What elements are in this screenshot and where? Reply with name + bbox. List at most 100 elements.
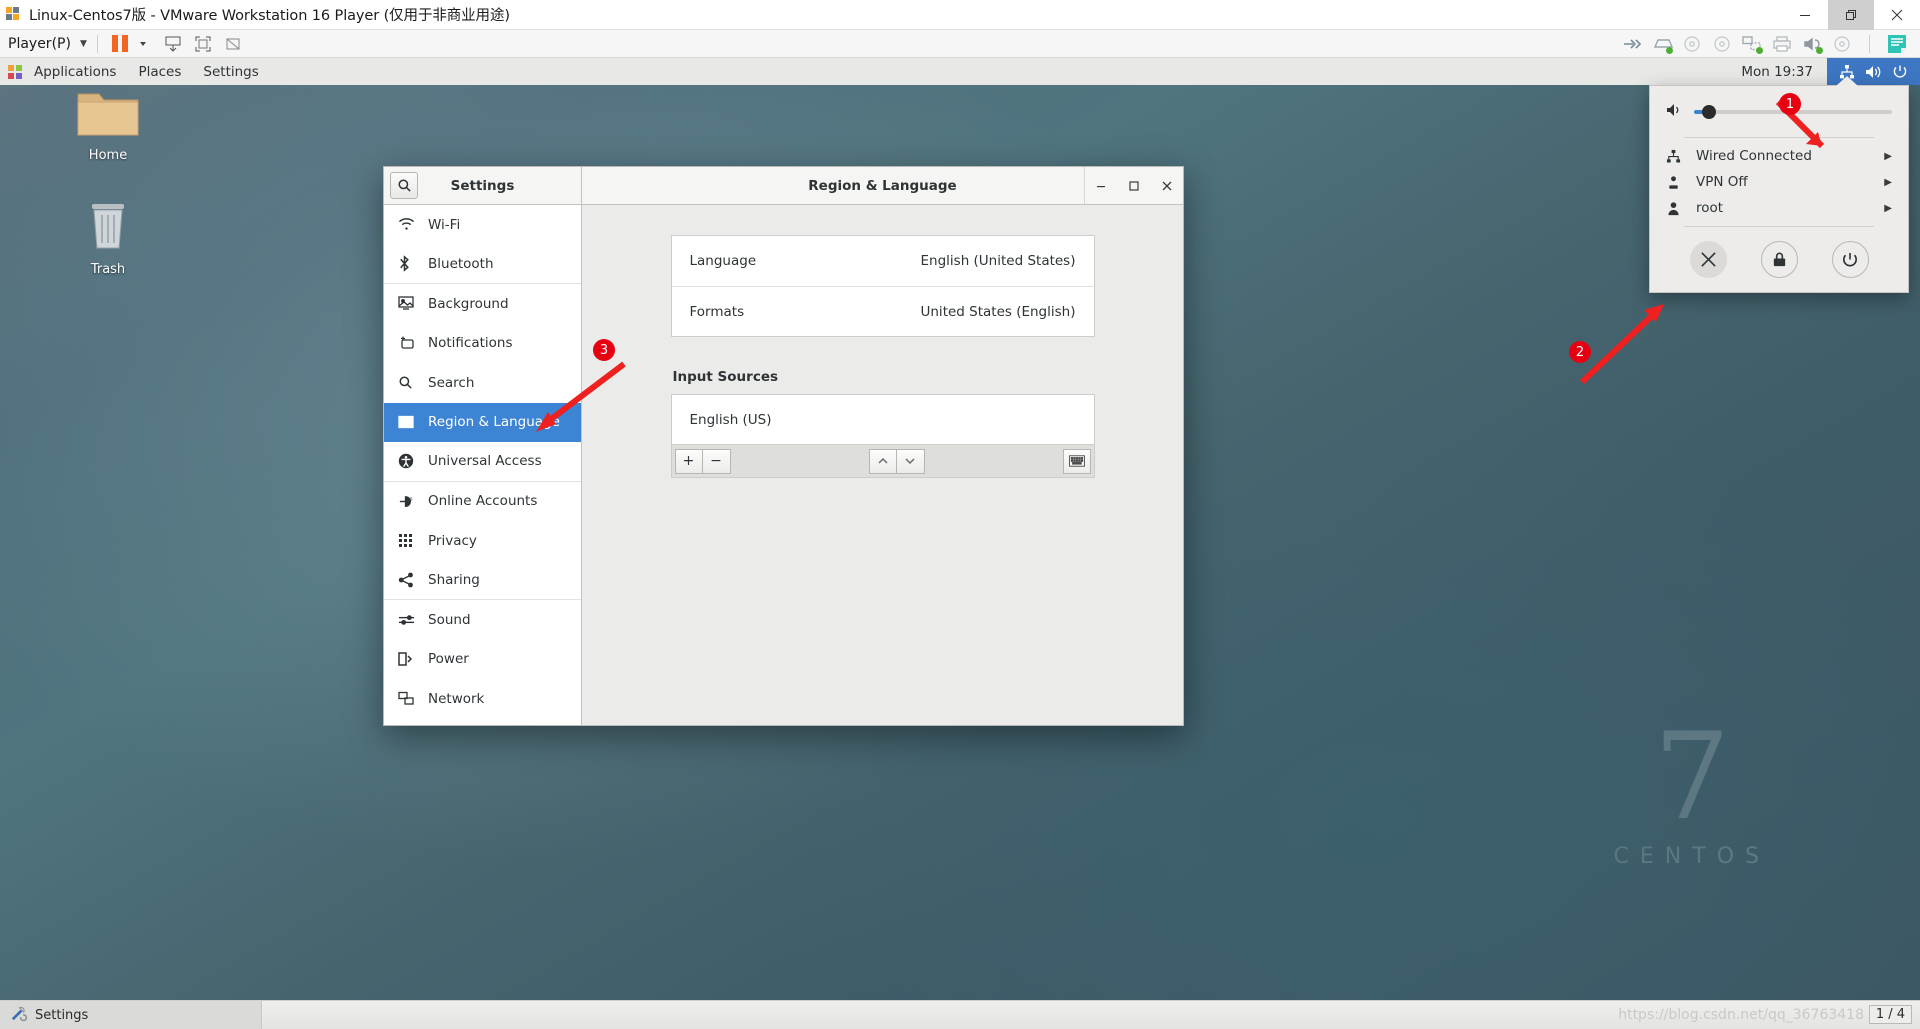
topbar-item-applications[interactable]: Applications xyxy=(23,58,127,85)
taskbar-item-settings[interactable]: Settings xyxy=(0,1000,262,1029)
privacy-icon xyxy=(398,533,422,548)
sidebar-item-wifi-label: Wi-Fi xyxy=(428,216,461,233)
system-menu-row-vpn-label: VPN Off xyxy=(1696,174,1748,190)
sidebar-item-notifications-label: Notifications xyxy=(428,335,513,352)
notifications-icon xyxy=(398,336,422,351)
chevron-right-icon: ▶ xyxy=(1884,202,1892,214)
settings-button[interactable] xyxy=(1689,241,1727,278)
cd-drive-2-icon[interactable] xyxy=(1709,33,1735,55)
sidebar-item-sharing-label: Sharing xyxy=(428,571,480,588)
desktop-icon-home[interactable]: Home xyxy=(53,84,163,163)
hard-disk-icon[interactable] xyxy=(1649,33,1675,55)
sidebar-item-notifications[interactable]: Notifications xyxy=(384,324,581,364)
menu-divider xyxy=(1684,137,1874,138)
system-menu-row-user[interactable]: root ▶ xyxy=(1650,195,1908,221)
sidebar-item-online-accounts-label: Online Accounts xyxy=(428,493,538,510)
close-button[interactable] xyxy=(1874,0,1920,30)
toolbar-separator xyxy=(96,34,98,53)
sidebar-item-universal-access-label: Universal Access xyxy=(428,453,542,470)
system-menu-row-user-label: root xyxy=(1696,200,1724,216)
row-formats-value: United States (English) xyxy=(920,303,1076,320)
sound-card-icon[interactable] xyxy=(1799,33,1825,55)
workspace-indicator[interactable]: 1 / 4 xyxy=(1868,1005,1912,1024)
row-formats-label: Formats xyxy=(689,303,745,320)
remove-input-source-button[interactable]: − xyxy=(702,448,731,474)
printer-icon[interactable] xyxy=(1769,33,1795,55)
restore-button[interactable] xyxy=(1828,0,1874,30)
sidebar-item-wifi[interactable]: Wi-Fi xyxy=(384,205,581,245)
background-icon xyxy=(398,296,422,311)
chevron-right-icon: ▶ xyxy=(1884,176,1892,188)
settings-header: Settings Region & Language xyxy=(384,167,1183,205)
vmware-device-status-icons xyxy=(1619,33,1920,55)
applications-icon xyxy=(7,64,23,80)
vmware-logo-icon xyxy=(5,6,22,23)
sidebar-item-online-accounts[interactable]: s Online Accounts xyxy=(384,482,581,522)
cd-drive-icon[interactable] xyxy=(1679,33,1705,55)
move-up-button[interactable] xyxy=(868,448,897,474)
topbar-clock[interactable]: Mon 19:37 xyxy=(1727,64,1827,80)
sidebar-item-privacy[interactable]: Privacy xyxy=(384,521,581,561)
sidebar-item-universal-access[interactable]: Universal Access xyxy=(384,442,581,482)
usb-icon[interactable] xyxy=(1619,33,1645,55)
language-formats-card: Language English (United States) Formats… xyxy=(670,235,1095,337)
power-battery-icon xyxy=(398,651,422,667)
disc-icon[interactable] xyxy=(1829,33,1855,55)
network-adapter-icon[interactable] xyxy=(1739,33,1765,55)
sidebar-item-background[interactable]: Background xyxy=(384,284,581,324)
annotation-arrow-2 xyxy=(1579,304,1664,385)
search-icon[interactable] xyxy=(390,172,418,199)
gnome-system-menu: Wired Connected ▶ VPN Off ▶ root ▶ xyxy=(1649,76,1909,293)
sidebar-item-power[interactable]: Power xyxy=(384,640,581,680)
annotation-badge-1: 1 xyxy=(1779,93,1801,115)
settings-sidebar-title: Settings xyxy=(450,177,515,194)
sidebar-item-region-language[interactable]: Region & Language xyxy=(384,402,581,442)
minimize-button[interactable] xyxy=(1782,0,1828,30)
topbar-right: Mon 19:37 xyxy=(1727,58,1920,85)
desktop-icon-trash-label: Trash xyxy=(90,262,126,277)
desktop-icon-trash[interactable]: Trash xyxy=(53,198,163,277)
fullscreen-icon[interactable] xyxy=(188,32,218,56)
input-sources-toolbar: + − xyxy=(670,445,1095,478)
input-sources-title: Input Sources xyxy=(672,369,779,385)
search-icon xyxy=(398,375,422,390)
sidebar-item-sound-label: Sound xyxy=(428,611,471,628)
notes-icon[interactable] xyxy=(1884,33,1910,55)
system-menu-row-wired[interactable]: Wired Connected ▶ xyxy=(1650,143,1908,169)
volume-icon xyxy=(1865,64,1882,80)
unity-mode-icon[interactable] xyxy=(158,32,188,56)
wifi-icon xyxy=(398,217,422,232)
move-down-button[interactable] xyxy=(896,448,925,474)
sidebar-item-sound[interactable]: Sound xyxy=(384,600,581,640)
input-sources-list: English (US) xyxy=(670,394,1095,445)
vmware-titlebar: Linux-Centos7版 - VMware Workstation 16 P… xyxy=(0,0,1920,30)
row-language[interactable]: Language English (United States) xyxy=(672,236,1094,286)
pause-button[interactable] xyxy=(111,35,128,52)
topbar-item-settings[interactable]: Settings xyxy=(192,58,269,85)
power-button[interactable] xyxy=(1831,241,1869,278)
power-icon xyxy=(1892,64,1908,80)
vmware-window-title: Linux-Centos7版 - VMware Workstation 16 P… xyxy=(29,8,510,24)
keyboard-icon[interactable] xyxy=(1062,448,1091,474)
pause-dropdown-icon[interactable] xyxy=(128,32,158,56)
add-input-source-button[interactable]: + xyxy=(674,448,703,474)
stretch-icon[interactable] xyxy=(218,32,248,56)
settings-content: Language English (United States) Formats… xyxy=(582,205,1183,725)
sidebar-item-bluetooth[interactable]: Bluetooth xyxy=(384,245,581,284)
player-menu-button[interactable]: Player(P) ▼ xyxy=(8,36,87,52)
row-language-value: English (United States) xyxy=(920,253,1076,269)
sharing-icon xyxy=(398,572,422,588)
row-formats[interactable]: Formats United States (English) xyxy=(671,286,1094,336)
settings-header-left: Settings xyxy=(384,167,582,204)
vmware-toolbar: Player(P) ▼ xyxy=(0,30,1920,58)
sidebar-item-search[interactable]: Search xyxy=(384,363,581,403)
topbar-item-places[interactable]: Places xyxy=(127,58,192,85)
network-icon xyxy=(398,691,422,706)
sidebar-item-sharing[interactable]: Sharing xyxy=(384,561,581,600)
input-source-item[interactable]: English (US) xyxy=(672,395,1094,444)
lock-button[interactable] xyxy=(1760,241,1798,278)
system-menu-row-vpn[interactable]: VPN Off ▶ xyxy=(1650,169,1908,195)
sidebar-item-network[interactable]: Network xyxy=(384,679,581,719)
user-icon xyxy=(1666,201,1692,216)
desktop-icon-home-label: Home xyxy=(88,148,128,163)
